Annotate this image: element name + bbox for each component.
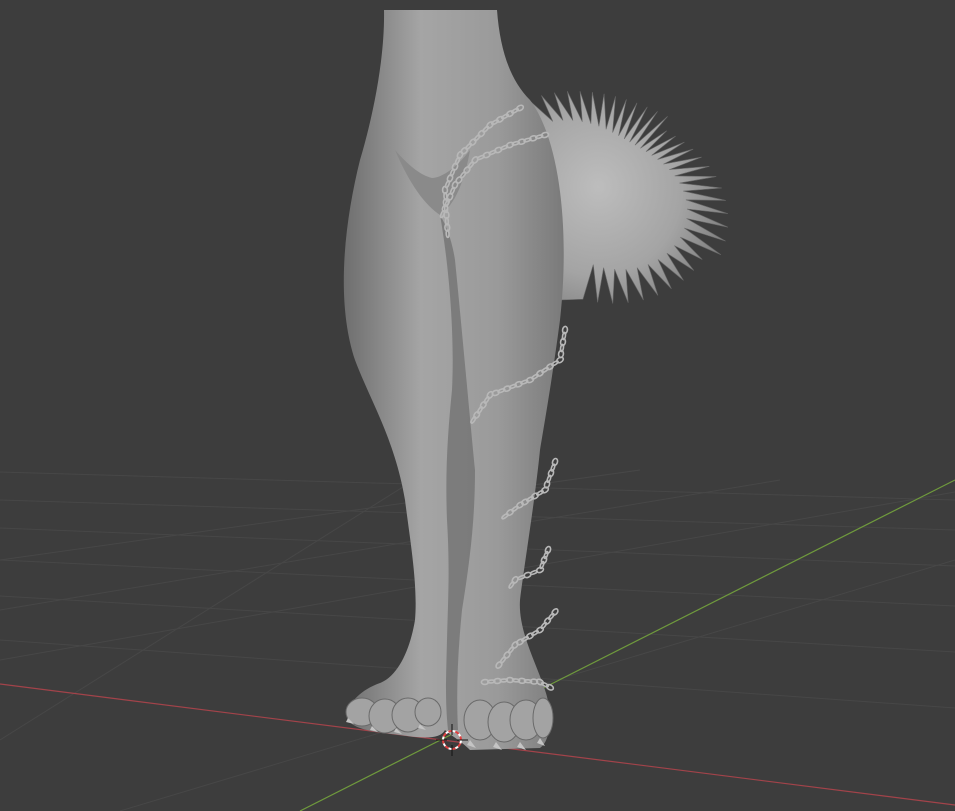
grid-line — [0, 479, 781, 611]
3d-viewport[interactable] — [0, 0, 955, 811]
y-axis-line — [299, 479, 955, 811]
chain-link — [543, 617, 552, 625]
chain-link — [545, 683, 555, 691]
right-foot-toes — [463, 697, 554, 743]
chain-link — [551, 608, 559, 616]
